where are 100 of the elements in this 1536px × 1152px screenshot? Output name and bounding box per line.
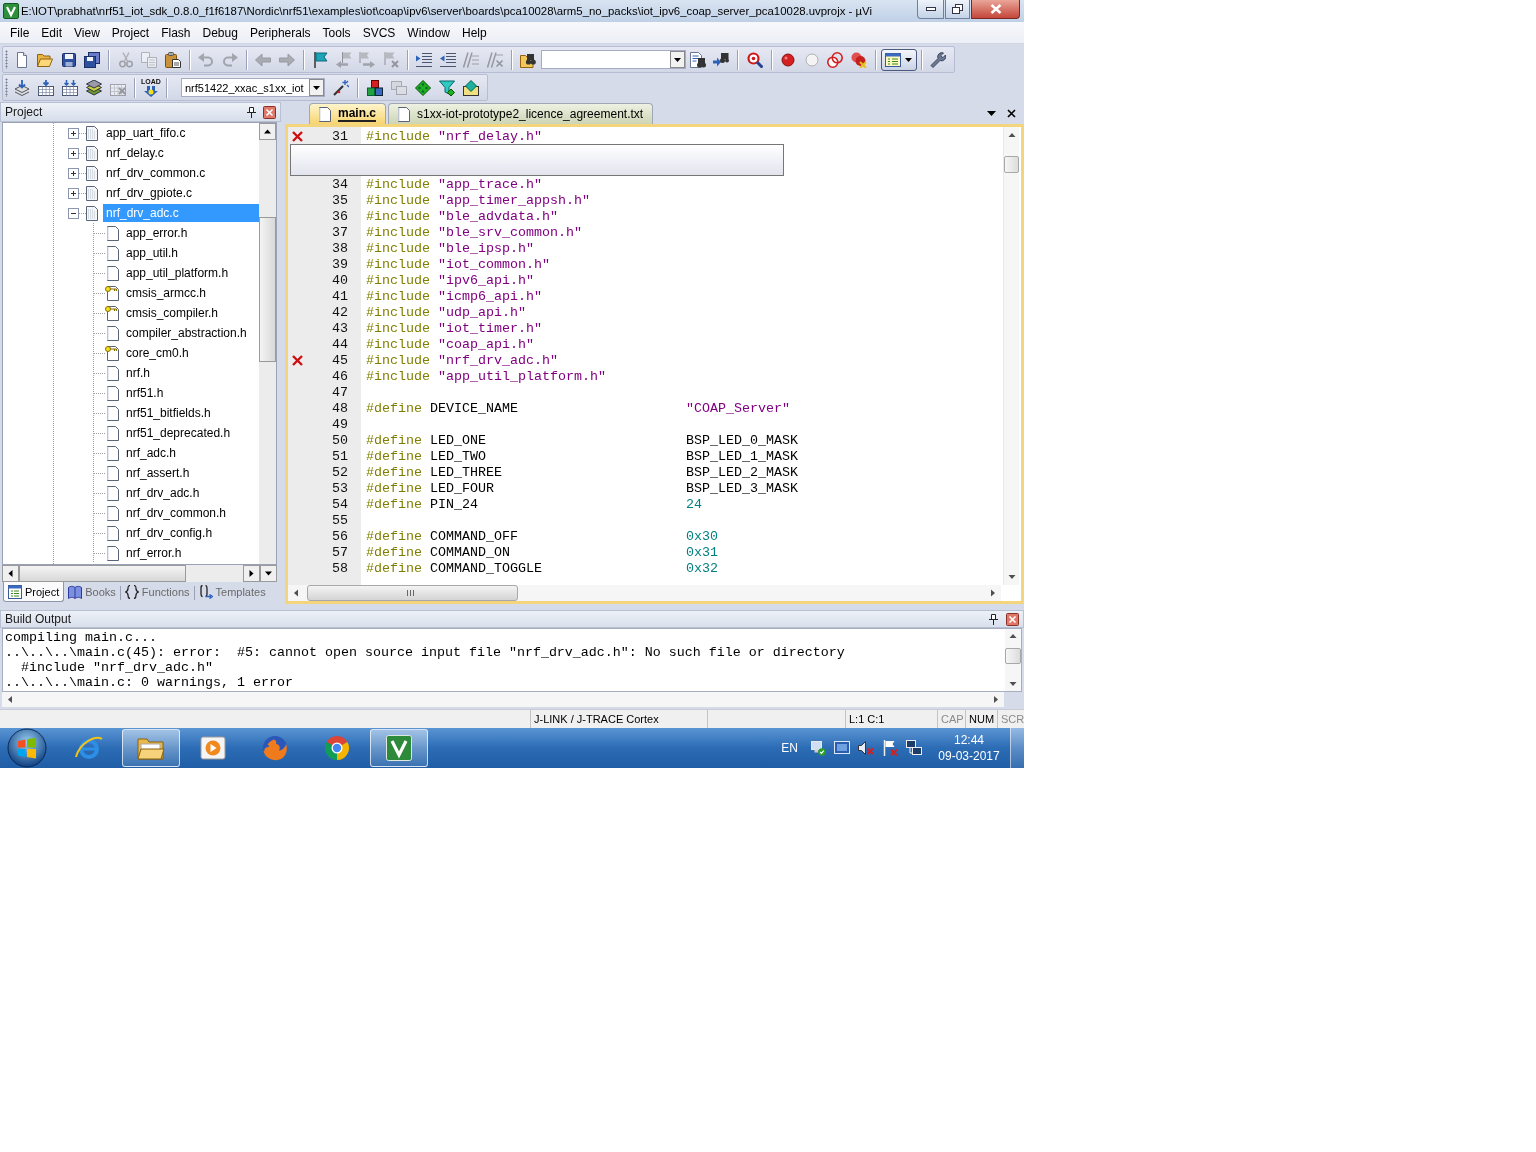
plus-box-icon[interactable]: [68, 127, 79, 139]
computer-check-icon[interactable]: [810, 740, 826, 756]
tree-item[interactable]: nrf_drv_gpiote.c: [103, 184, 259, 202]
taskbar-button[interactable]: [370, 729, 428, 767]
editor-tab[interactable]: main.c: [309, 103, 386, 124]
minimize-button[interactable]: [917, 0, 944, 19]
clock-date[interactable]: 09-03-2017: [938, 748, 1000, 764]
indent-icon[interactable]: [416, 51, 433, 68]
clock-time[interactable]: 12:44: [954, 732, 984, 748]
blocks-icon[interactable]: [367, 79, 383, 96]
wand-icon[interactable]: [333, 79, 349, 96]
rings-cross-icon[interactable]: [850, 51, 867, 68]
close-icon[interactable]: [1006, 612, 1019, 626]
diamond-box-icon[interactable]: [463, 79, 479, 96]
plus-box-icon[interactable]: [68, 187, 79, 199]
close-icon[interactable]: [263, 105, 276, 119]
language-indicator[interactable]: EN: [781, 741, 798, 755]
panel-tab[interactable]: Templates: [194, 582, 270, 602]
tree-item[interactable]: compiler_abstraction.h: [124, 324, 259, 342]
menu-item[interactable]: Debug: [196, 22, 244, 43]
restore-button[interactable]: [945, 0, 970, 19]
combo-box[interactable]: nrf51422_xxac_s1xx_iot: [181, 78, 325, 97]
scroll-thumb[interactable]: [1004, 156, 1019, 173]
floppy-icon[interactable]: [60, 51, 77, 68]
scroll-thumb[interactable]: [307, 585, 518, 601]
speaker-muted-icon[interactable]: [858, 740, 874, 756]
menu-item[interactable]: View: [68, 22, 106, 43]
floppies-icon[interactable]: [84, 51, 101, 68]
plus-box-icon[interactable]: [68, 167, 79, 179]
monitors-icon[interactable]: [906, 740, 922, 756]
tree-item[interactable]: app_util.h: [124, 244, 259, 262]
panel-tab[interactable]: Functions: [120, 582, 194, 602]
tree-item[interactable]: app_error.h: [124, 224, 259, 242]
tree-item[interactable]: core_cm0.h: [124, 344, 259, 362]
pin-icon[interactable]: [989, 613, 998, 625]
menu-item[interactable]: Edit: [35, 22, 69, 43]
editor-tab[interactable]: s1xx-iot-prototype2_licence_agreement.txt: [388, 103, 654, 124]
line-number: 39: [331, 256, 348, 272]
wrench-icon[interactable]: [930, 51, 947, 68]
toolbar-grip[interactable]: [5, 78, 8, 97]
tree-item[interactable]: cmsis_armcc.h: [124, 284, 259, 302]
funnel-diamond-icon[interactable]: [439, 79, 455, 96]
caret-icon[interactable]: [987, 110, 996, 116]
folder-binoculars-icon[interactable]: [520, 51, 537, 68]
tree-item[interactable]: nrf_assert.h: [124, 464, 259, 482]
grid-arrows-icon[interactable]: [62, 79, 78, 96]
tree-item[interactable]: cmsis_compiler.h: [124, 304, 259, 322]
page-binoculars-icon[interactable]: [689, 51, 706, 68]
diamond-icon[interactable]: [415, 79, 431, 96]
close-button[interactable]: [971, 0, 1020, 19]
tree-item[interactable]: app_util_platform.h: [124, 264, 259, 282]
plus-box-icon[interactable]: [68, 147, 79, 159]
tree-item[interactable]: nrf_drv_common.c: [103, 164, 259, 182]
tree-item[interactable]: nrf51_deprecated.h: [124, 424, 259, 442]
layers-icon[interactable]: [86, 79, 102, 96]
menu-item[interactable]: File: [4, 22, 36, 43]
menu-item[interactable]: Help: [456, 22, 493, 43]
layout-dropdown[interactable]: [880, 48, 917, 71]
scroll-thumb[interactable]: [259, 217, 276, 362]
pin-icon[interactable]: [247, 106, 256, 118]
tree-item[interactable]: nrf_drv_config.h: [124, 524, 259, 542]
scroll-thumb[interactable]: [1005, 648, 1021, 664]
grid-arrow-icon[interactable]: [38, 79, 54, 96]
panel-tab[interactable]: Books: [64, 582, 120, 602]
flag-icon[interactable]: [312, 51, 329, 68]
magnifier-icon[interactable]: [746, 51, 763, 68]
scroll-thumb[interactable]: [19, 565, 186, 582]
stack-arrow-icon[interactable]: [14, 79, 30, 96]
menu-item[interactable]: Peripherals: [243, 22, 317, 43]
rings-icon[interactable]: [827, 51, 844, 68]
menu-item[interactable]: Flash: [155, 22, 197, 43]
menu-item[interactable]: Project: [105, 22, 156, 43]
start-orb-icon[interactable]: [7, 728, 47, 768]
line-number: 55: [331, 512, 348, 528]
folder-icon[interactable]: [37, 51, 54, 68]
tree-item[interactable]: nrf_delay.c: [103, 144, 259, 162]
dot-icon[interactable]: [780, 51, 797, 68]
screen-icon[interactable]: [834, 740, 850, 756]
flag-cross-icon[interactable]: [882, 740, 898, 756]
menu-item[interactable]: Tools: [316, 22, 357, 43]
minus-box-icon[interactable]: [68, 207, 79, 219]
tree-item[interactable]: nrf_error.h: [124, 544, 259, 562]
menu-item[interactable]: Window: [401, 22, 456, 43]
taskbar-button[interactable]: [122, 729, 180, 767]
clipboard-icon[interactable]: [164, 51, 181, 68]
menu-item[interactable]: SVCS: [356, 22, 402, 43]
tree-item[interactable]: app_uart_fifo.c: [103, 124, 259, 142]
tree-item[interactable]: nrf51.h: [124, 384, 259, 402]
panel-tab[interactable]: Project: [3, 582, 65, 602]
close-icon[interactable]: [1007, 108, 1016, 118]
outdent-icon[interactable]: [439, 51, 456, 68]
tree-item[interactable]: nrf_drv_adc.h: [124, 484, 259, 502]
tree-item[interactable]: nrf51_bitfields.h: [124, 404, 259, 422]
toolbar-grip[interactable]: [5, 50, 8, 69]
show-desktop-button[interactable]: [1010, 728, 1024, 768]
code-line: #include "ble_advdata.h": [366, 208, 558, 224]
tree-item[interactable]: nrf.h: [124, 364, 259, 382]
tree-item[interactable]: nrf_adc.h: [124, 444, 259, 462]
tree-item[interactable]: nrf_drv_common.h: [124, 504, 259, 522]
binoculars-arrow-icon[interactable]: [713, 51, 730, 68]
